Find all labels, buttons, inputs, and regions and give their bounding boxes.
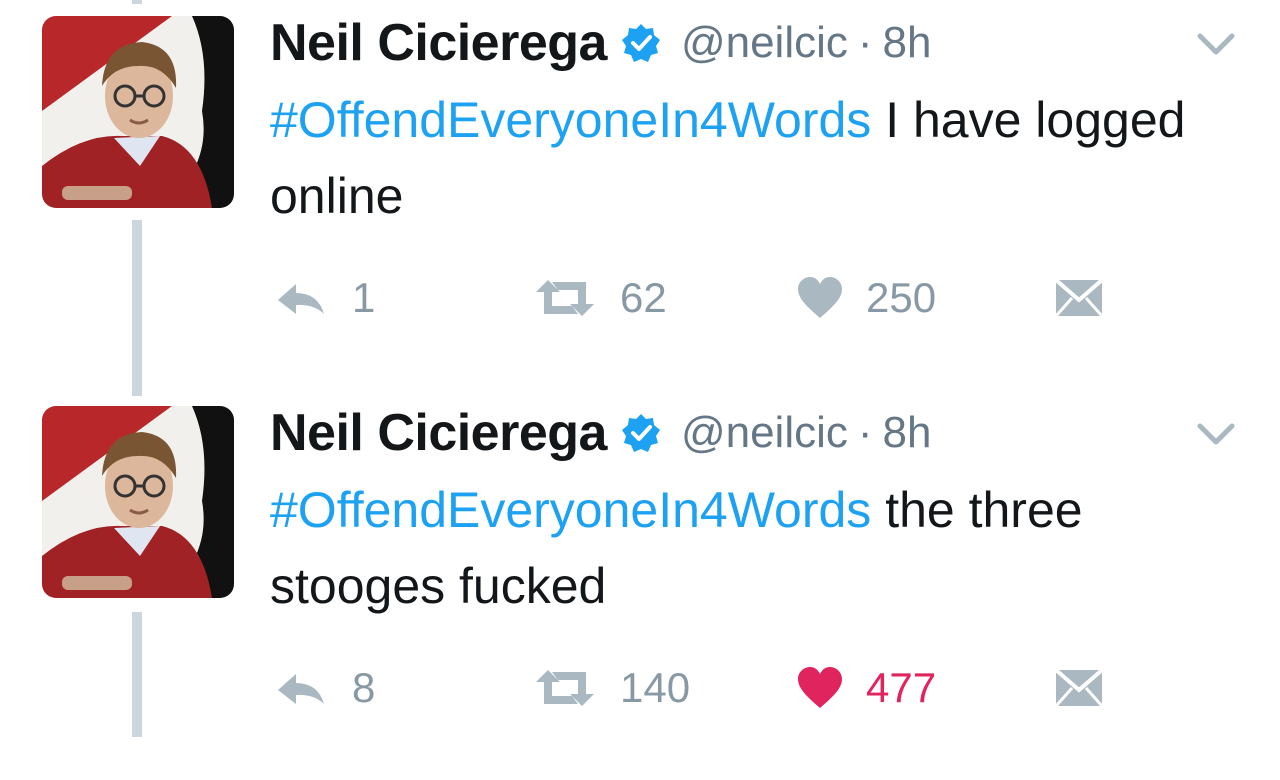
author-handle[interactable]: @neilcic [681, 408, 848, 458]
author-name[interactable]: Neil Cicierega [270, 403, 607, 463]
direct-message-button[interactable] [1054, 268, 1104, 328]
envelope-icon [1054, 668, 1104, 707]
tweet-header: Neil Cicierega @neilcic · 8h [270, 8, 932, 78]
reply-button[interactable]: 8 [274, 658, 375, 718]
tweet-timestamp[interactable]: 8h [883, 408, 932, 458]
like-count: 250 [866, 274, 937, 321]
reply-icon [278, 674, 324, 704]
tweet-timestamp[interactable]: 8h [883, 18, 932, 68]
reply-count: 8 [352, 664, 376, 711]
tweet-text: #OffendEveryoneIn4Words I have logged on… [270, 82, 1230, 234]
retweet-icon [536, 280, 594, 316]
verified-badge-icon [621, 414, 660, 452]
like-button[interactable]: 477 [796, 658, 936, 718]
tweet[interactable]: Neil Cicierega @neilcic · 8h #OffendEver… [0, 390, 1280, 780]
retweet-button[interactable]: 62 [532, 268, 667, 328]
like-count: 477 [866, 664, 937, 711]
avatar[interactable] [42, 406, 234, 598]
tweet[interactable]: Neil Cicierega @neilcic · 8h #OffendEver… [0, 0, 1280, 390]
heart-icon [798, 277, 842, 318]
reply-button[interactable]: 1 [274, 268, 375, 328]
retweet-count: 140 [620, 664, 691, 711]
retweet-count: 62 [620, 274, 667, 321]
author-handle[interactable]: @neilcic [681, 18, 848, 68]
action-bar: 1 62 250 [270, 268, 1170, 328]
avatar[interactable] [42, 16, 234, 208]
tweet-text: #OffendEveryoneIn4Words the three stooge… [270, 472, 1230, 624]
action-bar: 8 140 477 [270, 658, 1170, 718]
hashtag-link[interactable]: #OffendEveryoneIn4Words [270, 482, 871, 538]
verified-badge-icon [621, 24, 660, 62]
retweet-button[interactable]: 140 [532, 658, 690, 718]
direct-message-button[interactable] [1054, 658, 1104, 718]
chevron-down-icon[interactable] [1196, 30, 1236, 58]
author-name[interactable]: Neil Cicierega [270, 13, 607, 73]
reply-icon [278, 284, 324, 314]
retweet-icon [536, 670, 594, 706]
chevron-down-icon[interactable] [1196, 420, 1236, 448]
reply-count: 1 [352, 274, 376, 321]
hashtag-link[interactable]: #OffendEveryoneIn4Words [270, 92, 871, 148]
heart-icon [798, 667, 842, 708]
separator-dot: · [857, 18, 873, 67]
separator-dot: · [857, 408, 873, 457]
tweet-header: Neil Cicierega @neilcic · 8h [270, 398, 932, 468]
envelope-icon [1054, 278, 1104, 317]
like-button[interactable]: 250 [796, 268, 936, 328]
